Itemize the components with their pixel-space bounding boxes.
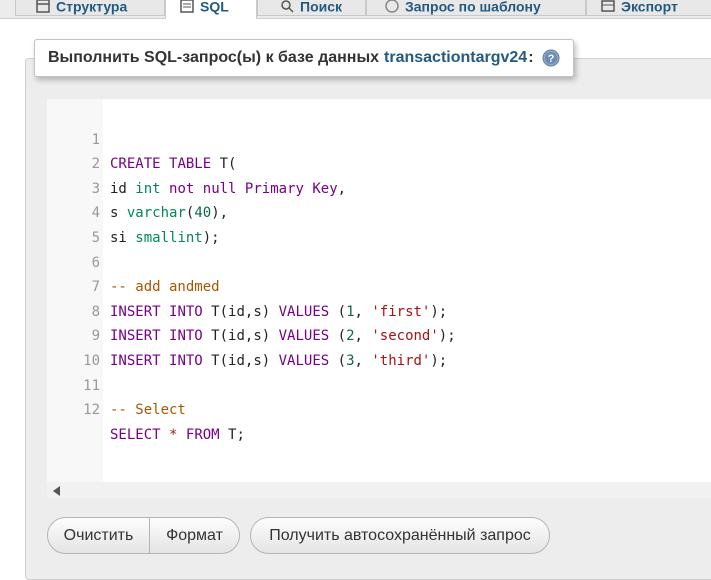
- token-keyword: FROM: [185, 426, 220, 443]
- code-line: 2 id int not null Primary Key,: [47, 128, 711, 197]
- token-operator: *: [169, 426, 178, 443]
- legend-colon: :: [528, 49, 534, 66]
- token-identifier: T;: [228, 426, 245, 443]
- sql-editor[interactable]: 1 CREATE TABLE T( 2 id int not null Prim…: [47, 99, 711, 498]
- tab-structure[interactable]: Структура: [15, 0, 165, 16]
- token-keyword: SELECT: [110, 426, 161, 443]
- line-number: 12: [83, 402, 100, 419]
- code-line: 3 s varchar(40),: [47, 152, 711, 222]
- code-line: 6 -- add andmed: [47, 226, 711, 296]
- format-button[interactable]: Формат: [149, 517, 240, 554]
- query-icon: [385, 0, 399, 14]
- sql-query-legend: Выполнить SQL-запрос(ы) к базе данных tr…: [34, 39, 574, 77]
- code-line: 4 si smallint);: [47, 177, 711, 246]
- legend-prefix: Выполнить SQL-запрос(ы) к базе данных: [48, 49, 380, 66]
- scroll-left-icon[interactable]: [53, 486, 60, 496]
- clear-button[interactable]: Очистить: [47, 517, 150, 554]
- structure-icon: [36, 0, 50, 14]
- tab-sql[interactable]: SQL: [165, 0, 257, 19]
- database-name[interactable]: transactiontargv24: [384, 49, 527, 67]
- token-comment: -- Select: [110, 402, 186, 419]
- code-area[interactable]: 1 CREATE TABLE T( 2 id int not null Prim…: [47, 103, 711, 443]
- sql-icon: [180, 0, 194, 14]
- code-line: 1 CREATE TABLE T(: [47, 103, 711, 173]
- code-line: 11 -- Select: [47, 349, 711, 419]
- export-icon: [601, 0, 615, 13]
- code-line: 12 SELECT * FROM T;: [47, 374, 711, 443]
- code-line: 7 INSERT INTO T(id,s) VALUES (1, 'first'…: [47, 251, 711, 320]
- get-autosaved-query-button[interactable]: Получить автосохранённый запрос: [250, 517, 550, 554]
- tab-query[interactable]: Запрос по шаблону: [366, 0, 586, 16]
- code-line: 9 INSERT INTO T(id,s) VALUES (3, 'third'…: [47, 300, 711, 369]
- tab-export[interactable]: Экспорт: [586, 0, 711, 16]
- search-icon: [280, 0, 294, 13]
- code-line: 5: [47, 201, 711, 246]
- help-icon[interactable]: ?: [542, 49, 560, 67]
- code-line: 10: [47, 324, 711, 369]
- code-line: 8 INSERT INTO T(id,s) VALUES (2, 'second…: [47, 275, 711, 345]
- svg-text:?: ?: [547, 53, 554, 65]
- tab-bar: Структура SQL Поиск Запрос по шаблону Эк…: [0, 0, 711, 19]
- tab-search[interactable]: Поиск: [257, 0, 366, 16]
- horizontal-scrollbar[interactable]: [47, 482, 711, 498]
